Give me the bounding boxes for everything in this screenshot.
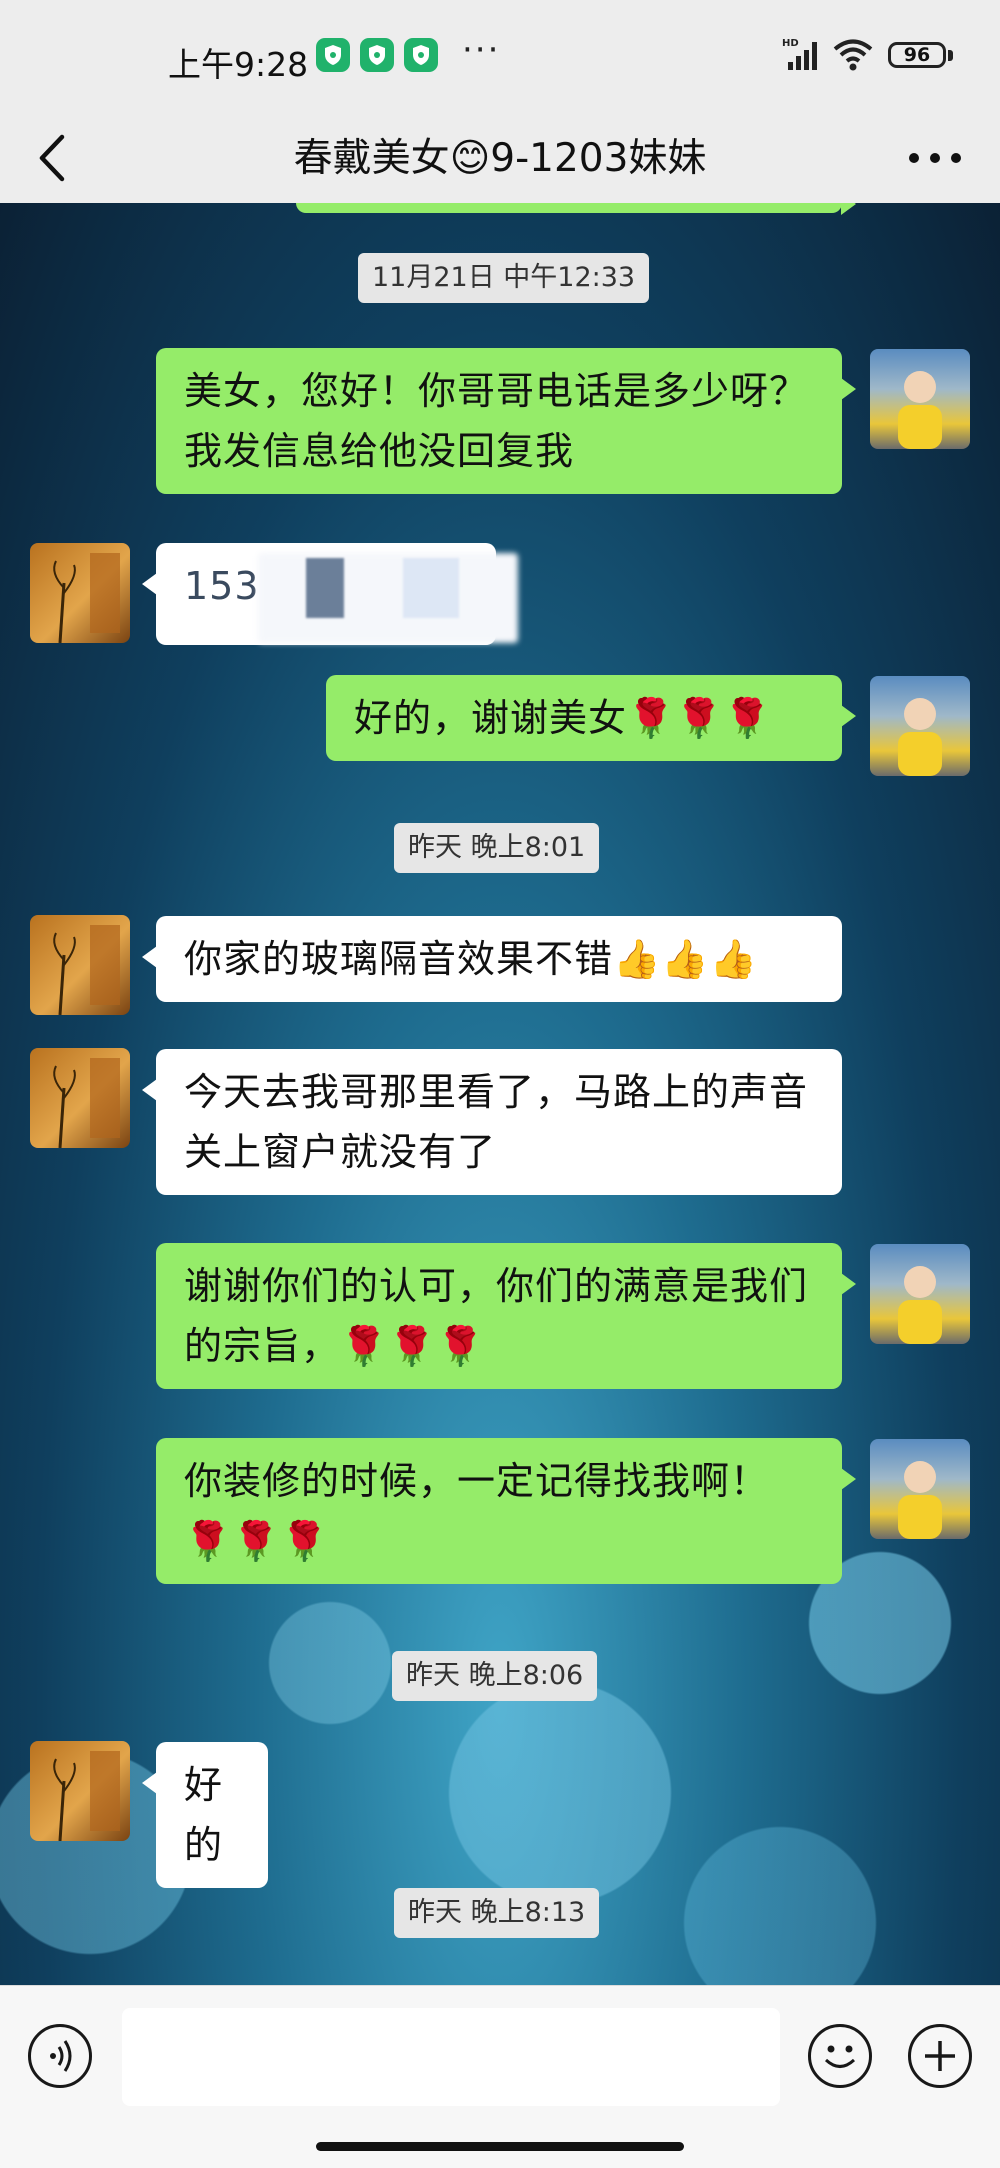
- redaction-block: [403, 558, 459, 618]
- avatar-contact[interactable]: [30, 1741, 130, 1841]
- message-bubble-partial[interactable]: [296, 203, 856, 215]
- chat-header: 春戴美女😊9-1203妹妹: [0, 115, 1000, 203]
- status-bar: 上午9:28 ··· HD 96: [0, 0, 1000, 115]
- battery-icon: 96: [888, 42, 946, 68]
- avatar-self[interactable]: [870, 1244, 970, 1344]
- message-bubble-received[interactable]: 你家的玻璃隔音效果不错👍👍👍: [142, 916, 842, 1002]
- message-bubble-sent[interactable]: 好的，谢谢美女🌹🌹🌹: [326, 675, 856, 761]
- timestamp: 昨天 晚上8:01: [394, 823, 600, 873]
- svg-text:HD: HD: [782, 38, 799, 49]
- status-time: 上午9:28: [168, 45, 309, 84]
- plus-icon[interactable]: [908, 2024, 972, 2088]
- wifi-icon: [833, 39, 873, 71]
- timestamp: 昨天 晚上8:06: [392, 1651, 598, 1701]
- timestamp: 昨天 晚上8:13: [394, 1888, 600, 1938]
- avatar-self[interactable]: [870, 1439, 970, 1539]
- timestamp: 11月21日 中午12:33: [358, 253, 650, 303]
- avatar-contact[interactable]: [30, 1048, 130, 1148]
- message-bubble-received[interactable]: 好的: [142, 1742, 268, 1888]
- avatar-self[interactable]: [870, 349, 970, 449]
- back-button[interactable]: [30, 127, 80, 189]
- voice-icon[interactable]: [28, 2024, 92, 2088]
- input-bar: [0, 1985, 1000, 2168]
- avatar-contact[interactable]: [30, 543, 130, 643]
- redaction-blur: [258, 553, 518, 643]
- emoji-icon[interactable]: [808, 2024, 872, 2088]
- battery-tip: [948, 50, 953, 61]
- security-badge-icon: [404, 38, 438, 72]
- more-notifications-icon: ···: [462, 30, 501, 70]
- phone-number-text: 153: [184, 564, 260, 608]
- signal-icon: HD: [782, 38, 817, 70]
- avatar-contact[interactable]: [30, 915, 130, 1015]
- message-input[interactable]: [122, 2008, 780, 2106]
- message-bubble-sent[interactable]: 谢谢你们的认可，你们的满意是我们的宗旨，🌹🌹🌹: [156, 1243, 856, 1389]
- chat-title: 春戴美女😊9-1203妹妹: [293, 136, 707, 181]
- security-badge-icon: [360, 38, 394, 72]
- message-bubble-sent[interactable]: 美女，您好！你哥哥电话是多少呀？我发信息给他没回复我: [156, 348, 856, 494]
- message-bubble-sent[interactable]: 你装修的时候，一定记得找我啊！🌹🌹🌹: [156, 1438, 856, 1584]
- avatar-self[interactable]: [870, 676, 970, 776]
- security-badge-icon: [316, 38, 350, 72]
- chat-area[interactable]: 11月21日 中午12:33 美女，您好！你哥哥电话是多少呀？我发信息给他没回复…: [0, 203, 1000, 1985]
- redaction-block: [306, 558, 344, 618]
- more-dots-icon[interactable]: [900, 127, 970, 189]
- home-indicator[interactable]: [316, 2142, 684, 2151]
- message-bubble-received[interactable]: 今天去我哥那里看了，马路上的声音关上窗户就没有了: [142, 1049, 842, 1195]
